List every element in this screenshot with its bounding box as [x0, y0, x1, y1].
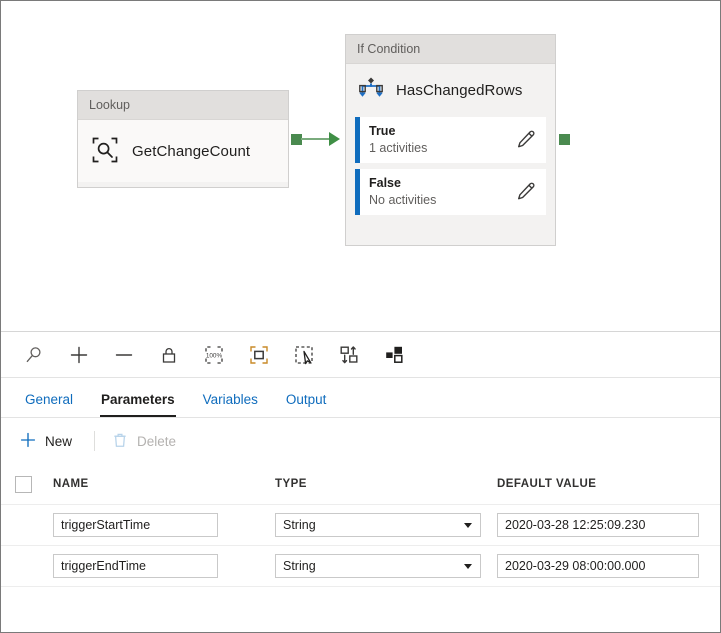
- branch-false-activity-count: No activities: [369, 192, 506, 208]
- column-header-type: TYPE: [275, 478, 497, 490]
- branch-true-activity-count: 1 activities: [369, 140, 506, 156]
- tab-output[interactable]: Output: [272, 391, 341, 417]
- plus-icon: [68, 344, 90, 366]
- pipeline-canvas[interactable]: Lookup GetChangeCount: [1, 1, 720, 332]
- zoom-in-button[interactable]: [56, 332, 101, 377]
- zoom-out-button[interactable]: [101, 332, 146, 377]
- zoom-search-icon: [23, 344, 45, 366]
- select-all-cell: [15, 476, 53, 493]
- parameters-table-header: NAME TYPE DEFAULT VALUE: [1, 464, 720, 505]
- lookup-card-body: GetChangeCount: [78, 120, 288, 182]
- row-name-cell: triggerStartTime: [53, 513, 275, 537]
- pipeline-designer-window: Lookup GetChangeCount: [0, 0, 721, 633]
- if-condition-card-header: If Condition: [346, 35, 555, 64]
- activity-card-if-condition[interactable]: If Condition HasChan: [345, 34, 556, 246]
- parameters-command-bar: New Delete: [1, 418, 720, 464]
- properties-tabs: General Parameters Variables Output: [1, 378, 720, 418]
- tab-variables[interactable]: Variables: [189, 391, 272, 417]
- trash-icon: [111, 431, 129, 452]
- branch-true-label: True: [369, 124, 506, 139]
- activity-card-lookup[interactable]: Lookup GetChangeCount: [77, 90, 289, 188]
- row-type-cell: String: [275, 554, 497, 578]
- new-parameter-label: New: [45, 434, 72, 449]
- if-condition-activity-name: HasChangedRows: [396, 82, 522, 99]
- lookup-magnifier-icon: [90, 135, 120, 168]
- lock-canvas-button[interactable]: [146, 332, 191, 377]
- tab-parameters[interactable]: Parameters: [87, 391, 189, 417]
- column-header-default-value: DEFAULT VALUE: [497, 478, 720, 490]
- branch-row-false[interactable]: False No activities: [355, 169, 546, 215]
- parameter-type-value: String: [283, 514, 316, 536]
- branch-true-texts: True 1 activities: [369, 124, 506, 156]
- branch-row-true[interactable]: True 1 activities: [355, 117, 546, 163]
- layout-nodes-icon: [382, 343, 406, 367]
- auto-layout-button[interactable]: [371, 332, 416, 377]
- column-header-name: NAME: [53, 478, 275, 490]
- branch-true-edit-button[interactable]: [506, 129, 546, 152]
- branch-condition-icon: [357, 75, 385, 106]
- parameter-type-select[interactable]: String: [275, 513, 481, 537]
- row-default-value-cell: 2020-03-28 12:25:09.230: [497, 513, 720, 537]
- parameter-name-input[interactable]: triggerStartTime: [53, 513, 218, 537]
- svg-text:100%: 100%: [205, 352, 222, 359]
- command-bar-separator: [94, 431, 95, 451]
- lookup-card-header: Lookup: [78, 91, 288, 120]
- parameter-default-value-input[interactable]: 2020-03-28 12:25:09.230: [497, 513, 699, 537]
- zoom-100-percent-icon: 100%: [202, 343, 226, 367]
- selection-mode-button[interactable]: [281, 332, 326, 377]
- if-condition-name-row: HasChangedRows: [355, 73, 546, 117]
- if-condition-output-port[interactable]: [557, 132, 572, 147]
- row-type-cell: String: [275, 513, 497, 537]
- delete-parameter-label: Delete: [137, 434, 176, 449]
- branch-false-edit-button[interactable]: [506, 181, 546, 204]
- branch-false-texts: False No activities: [369, 176, 506, 208]
- zoom-to-fit-button[interactable]: [236, 332, 281, 377]
- parameters-table: NAME TYPE DEFAULT VALUE triggerStartTime…: [1, 464, 720, 587]
- delete-parameter-button[interactable]: Delete: [105, 426, 188, 457]
- parameter-name-input[interactable]: triggerEndTime: [53, 554, 218, 578]
- table-row[interactable]: triggerStartTime String 2020-03-28 12:25…: [1, 505, 720, 546]
- row-default-value-cell: 2020-03-29 08:00:00.000: [497, 554, 720, 578]
- parameter-type-value: String: [283, 555, 316, 577]
- select-all-checkbox[interactable]: [15, 476, 32, 493]
- selection-cursor-icon: [292, 343, 316, 367]
- lookup-activity-name: GetChangeCount: [132, 143, 250, 160]
- lock-icon: [158, 344, 180, 366]
- if-condition-card-body: HasChangedRows True 1 activities: [346, 64, 555, 244]
- pencil-icon: [516, 129, 536, 152]
- zoom-to-fit-icon: [247, 343, 271, 367]
- tab-general[interactable]: General: [11, 391, 87, 417]
- zoom-100-percent-button[interactable]: 100%: [191, 332, 236, 377]
- table-row[interactable]: triggerEndTime String 2020-03-29 08:00:0…: [1, 546, 720, 587]
- parameter-default-value-input[interactable]: 2020-03-29 08:00:00.000: [497, 554, 699, 578]
- minus-icon: [113, 344, 135, 366]
- new-parameter-button[interactable]: New: [13, 426, 84, 457]
- zoom-to-search-button[interactable]: [11, 332, 56, 377]
- chevron-down-icon: [464, 564, 472, 569]
- auto-align-icon: [337, 343, 361, 367]
- canvas-toolbar: 100%: [1, 332, 720, 378]
- chevron-down-icon: [464, 523, 472, 528]
- row-name-cell: triggerEndTime: [53, 554, 275, 578]
- parameter-type-select[interactable]: String: [275, 554, 481, 578]
- pencil-icon: [516, 181, 536, 204]
- auto-align-button[interactable]: [326, 332, 371, 377]
- plus-icon: [19, 431, 37, 452]
- connector-arrow-icon: [329, 132, 340, 146]
- branch-false-label: False: [369, 176, 506, 191]
